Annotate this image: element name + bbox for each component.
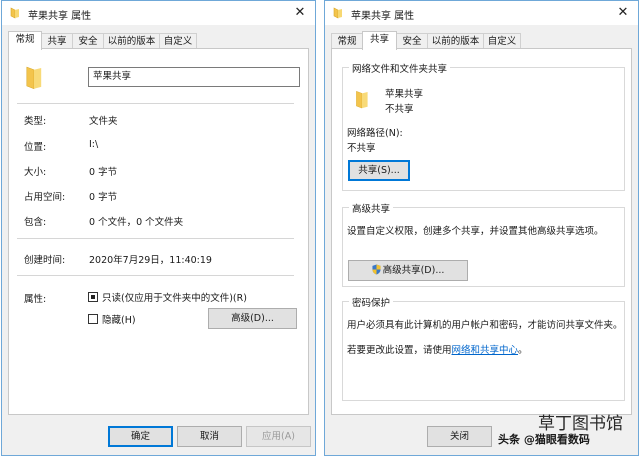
location-label: 位置: bbox=[24, 142, 47, 153]
network-path-value: 不共享 bbox=[347, 143, 376, 154]
folder-name-input[interactable]: 苹果共享 bbox=[88, 67, 300, 87]
advanced-sharing-button-label: 高级共享(D)... bbox=[382, 265, 445, 276]
type-value: 文件夹 bbox=[89, 116, 118, 127]
created-value: 2020年7月29日，11:40:19 bbox=[89, 255, 212, 266]
network-sharing-group: 网络文件和文件夹共享 苹果共享 不共享 网络路径(N): 不共享 共享(S)..… bbox=[342, 61, 625, 191]
network-path-label: 网络路径(N): bbox=[347, 128, 403, 139]
right-title-bar: 苹果共享 属性 ✕ bbox=[325, 1, 638, 25]
folder-icon bbox=[333, 7, 342, 19]
advanced-sharing-description: 设置自定义权限，创建多个共享，并设置其他高级共享选项。 bbox=[347, 226, 604, 237]
password-change-prefix: 若要更改此设置，请使用 bbox=[347, 345, 452, 356]
divider bbox=[17, 275, 294, 276]
cancel-button[interactable]: 取消 bbox=[177, 426, 242, 447]
tab-previous-versions[interactable]: 以前的版本 bbox=[427, 33, 484, 49]
left-title-bar: 苹果共享 属性 ✕ bbox=[2, 1, 315, 25]
tab-customize[interactable]: 自定义 bbox=[159, 33, 197, 49]
hidden-label: 隐藏(H) bbox=[102, 315, 136, 326]
window-title: 苹果共享 属性 bbox=[351, 11, 415, 22]
attributes-label: 属性: bbox=[24, 294, 47, 305]
folder-icon bbox=[10, 7, 19, 19]
right-properties-window: 苹果共享 属性 ✕ 常规 共享 安全 以前的版本 自定义 网络文件和文件夹共享 … bbox=[324, 0, 639, 456]
tab-general[interactable]: 常规 bbox=[331, 33, 363, 49]
group-title: 密码保护 bbox=[349, 295, 394, 309]
created-label: 创建时间: bbox=[24, 255, 66, 266]
readonly-label: 只读(仅应用于文件夹中的文件)(R) bbox=[102, 293, 247, 304]
window-title: 苹果共享 属性 bbox=[28, 11, 92, 22]
apply-button[interactable]: 应用(A) bbox=[246, 426, 311, 447]
large-folder-icon bbox=[26, 66, 42, 90]
tab-customize[interactable]: 自定义 bbox=[483, 33, 521, 49]
type-label: 类型: bbox=[24, 116, 47, 127]
folder-icon bbox=[356, 90, 368, 109]
close-button[interactable]: 关闭 bbox=[427, 426, 492, 447]
tab-security[interactable]: 安全 bbox=[72, 33, 104, 49]
share-button[interactable]: 共享(S)... bbox=[348, 160, 410, 181]
hidden-checkbox[interactable] bbox=[88, 314, 98, 324]
group-title: 网络文件和文件夹共享 bbox=[349, 61, 451, 75]
close-icon[interactable]: ✕ bbox=[614, 4, 632, 22]
size-value: 0 字节 bbox=[89, 167, 118, 178]
contains-label: 包含: bbox=[24, 217, 47, 228]
shield-icon bbox=[372, 264, 381, 275]
left-properties-window: 苹果共享 属性 ✕ 常规 共享 安全 以前的版本 自定义 苹果共享 类型: 文件… bbox=[1, 0, 316, 456]
tab-security[interactable]: 安全 bbox=[396, 33, 428, 49]
location-value: I:\ bbox=[89, 139, 99, 150]
password-protection-group: 密码保护 用户必须具有此计算机的用户帐户和密码，才能访问共享文件夹。 若要更改此… bbox=[342, 295, 625, 401]
password-change-text: 若要更改此设置，请使用网络和共享中心。 bbox=[347, 342, 528, 356]
tab-sharing[interactable]: 共享 bbox=[41, 33, 73, 49]
ok-button[interactable]: 确定 bbox=[108, 426, 173, 447]
tab-sharing[interactable]: 共享 bbox=[362, 31, 397, 50]
general-tab-panel: 苹果共享 类型: 文件夹 位置: I:\ 大小: 0 字节 占用空间: 0 字节… bbox=[8, 48, 309, 415]
tab-strip: 常规 共享 安全 以前的版本 自定义 bbox=[8, 31, 309, 50]
share-state: 不共享 bbox=[385, 104, 414, 115]
tab-general[interactable]: 常规 bbox=[8, 31, 42, 50]
advanced-attributes-button[interactable]: 高级(D)... bbox=[208, 308, 297, 329]
close-icon[interactable]: ✕ bbox=[291, 4, 309, 22]
network-sharing-center-link[interactable]: 网络和共享中心 bbox=[452, 345, 519, 356]
shared-folder-name: 苹果共享 bbox=[385, 89, 424, 100]
group-title: 高级共享 bbox=[349, 201, 394, 215]
divider bbox=[17, 238, 294, 239]
watermark-caption: 头条 @猫眼看数码 bbox=[498, 433, 590, 446]
tab-strip: 常规 共享 安全 以前的版本 自定义 bbox=[331, 31, 632, 50]
password-change-suffix: 。 bbox=[518, 345, 528, 356]
disk-size-label: 占用空间: bbox=[24, 192, 66, 203]
tab-previous-versions[interactable]: 以前的版本 bbox=[103, 33, 160, 49]
sharing-tab-panel: 网络文件和文件夹共享 苹果共享 不共享 网络路径(N): 不共享 共享(S)..… bbox=[331, 48, 632, 415]
size-label: 大小: bbox=[24, 167, 47, 178]
readonly-checkbox[interactable] bbox=[88, 292, 98, 302]
contains-value: 0 个文件，0 个文件夹 bbox=[89, 217, 184, 228]
password-description: 用户必须具有此计算机的用户帐户和密码，才能访问共享文件夹。 bbox=[347, 320, 623, 331]
divider bbox=[17, 103, 294, 104]
disk-size-value: 0 字节 bbox=[89, 192, 118, 203]
advanced-sharing-button[interactable]: 高级共享(D)... bbox=[348, 260, 468, 281]
advanced-sharing-group: 高级共享 设置自定义权限，创建多个共享，并设置其他高级共享选项。 高级共享(D)… bbox=[342, 201, 625, 287]
